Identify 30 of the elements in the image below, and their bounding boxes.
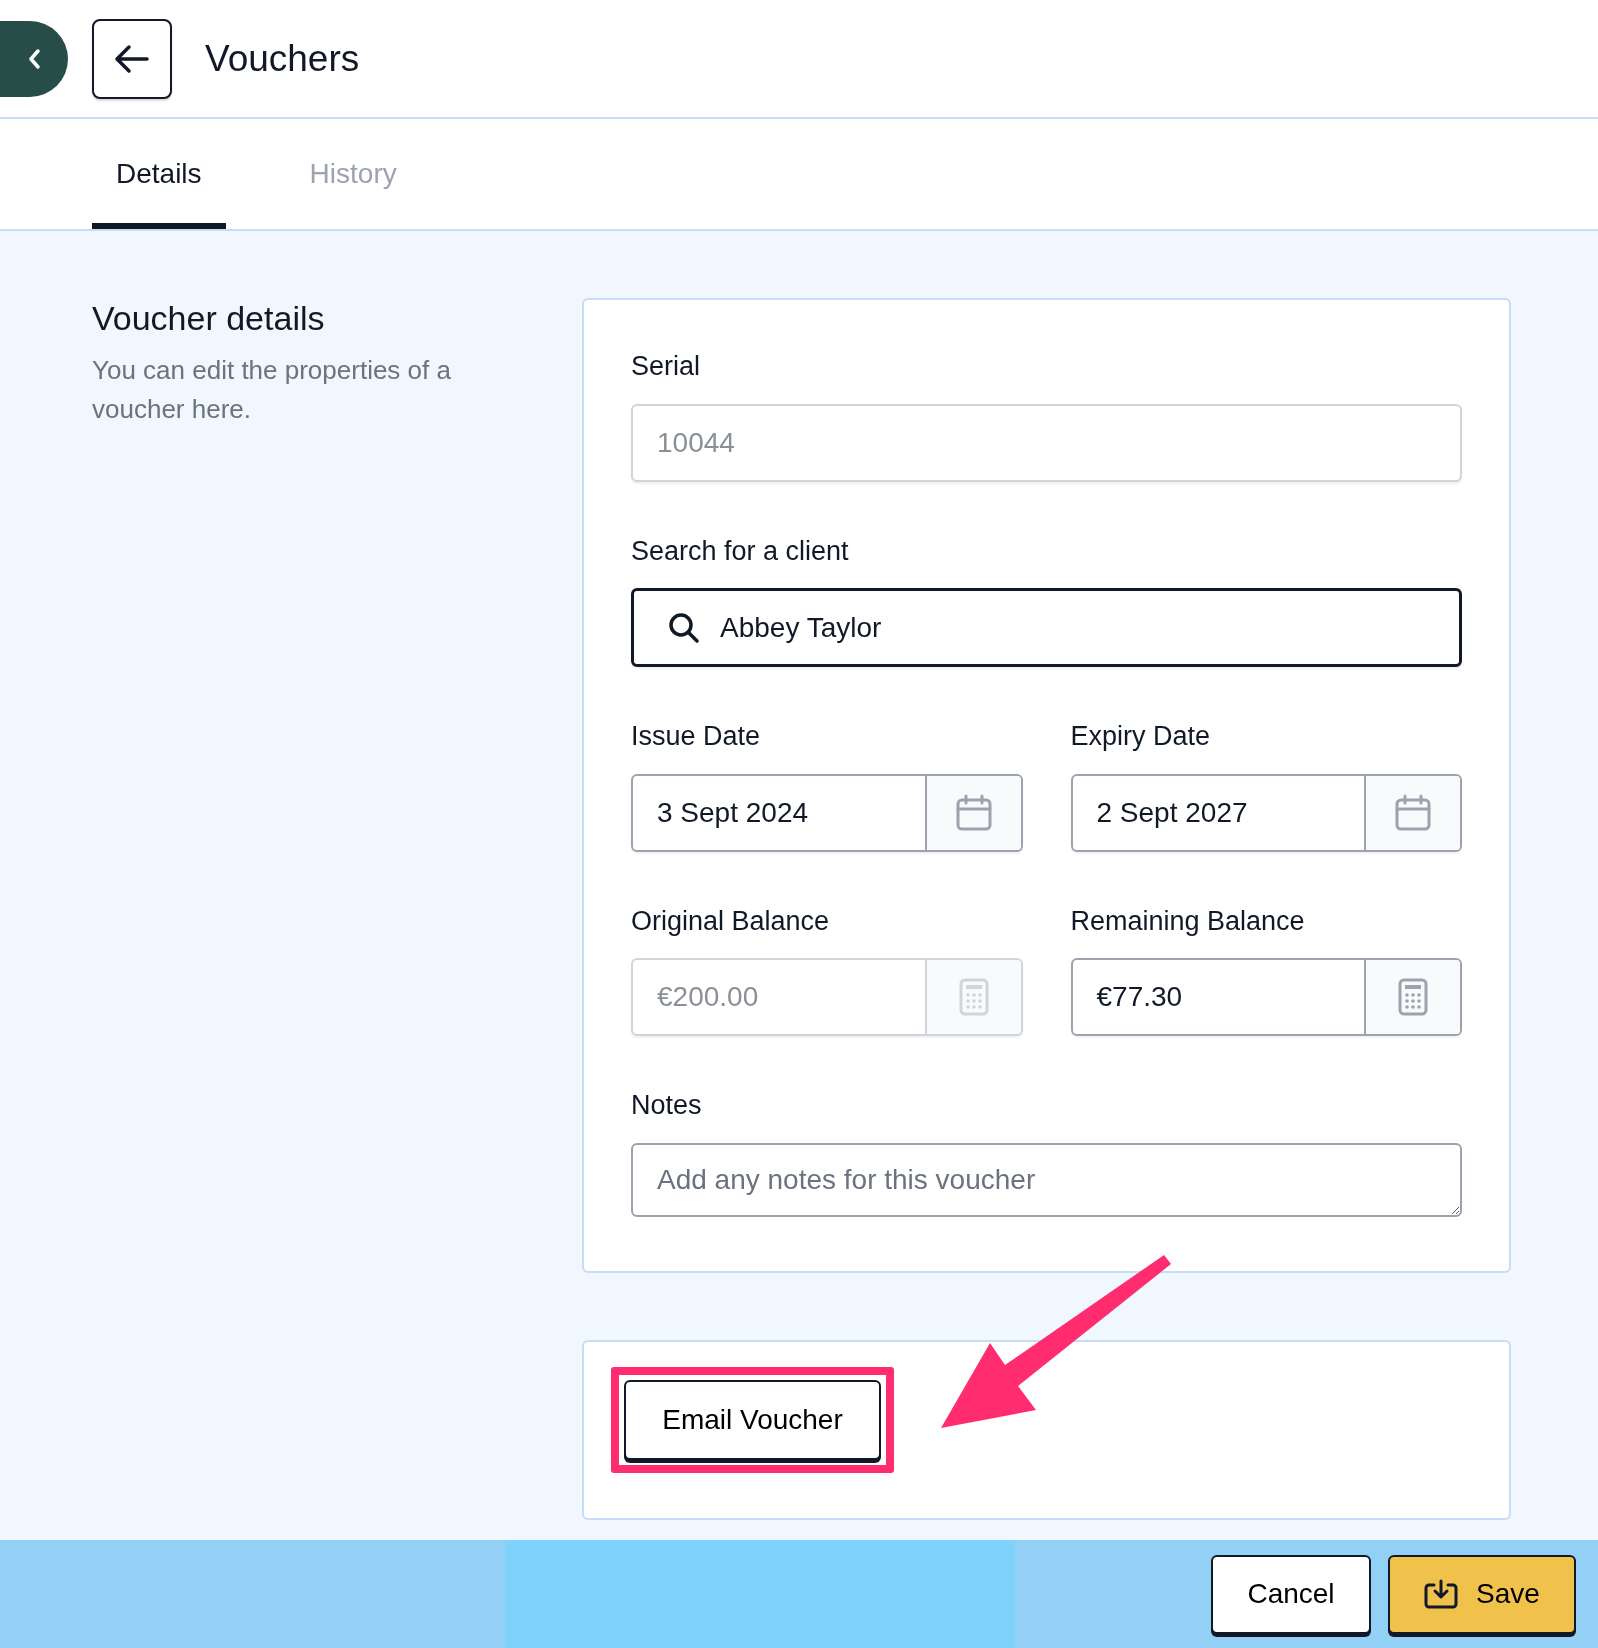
- page-title: Vouchers: [205, 36, 360, 81]
- field-label: Serial: [631, 350, 702, 383]
- field-label: Remaining Balance: [1070, 904, 1306, 938]
- field-label: Search for a client: [631, 534, 850, 568]
- field-label: Expiry Date: [1070, 720, 1212, 753]
- field-label: Issue Date: [631, 720, 762, 753]
- date-picker-button[interactable]: [924, 775, 1021, 850]
- chevron-left-icon: [27, 47, 41, 70]
- section-description: You can edit the properties of a voucher here.: [92, 353, 452, 426]
- calendar-icon: [1394, 793, 1432, 832]
- field-label: Original Balance: [631, 904, 831, 938]
- section-title: Voucher details: [92, 298, 326, 339]
- calculator-icon: [1398, 978, 1428, 1016]
- save-button[interactable]: Save: [1388, 1554, 1576, 1634]
- date-picker-button[interactable]: [1364, 775, 1460, 850]
- calculator-button[interactable]: [1364, 960, 1460, 1034]
- arrow-left-icon: [114, 43, 150, 74]
- field-label: Notes: [631, 1089, 703, 1122]
- cancel-button[interactable]: Cancel: [1211, 1554, 1371, 1634]
- search-icon: [668, 611, 700, 644]
- notes-field[interactable]: Add any notes for this voucher: [631, 1142, 1462, 1217]
- save-icon: [1424, 1579, 1459, 1609]
- calendar-icon: [954, 793, 993, 832]
- calculator-icon: [958, 978, 989, 1016]
- calculator-button[interactable]: [924, 960, 1021, 1034]
- tab[interactable]: Details: [92, 119, 226, 229]
- client-search-field[interactable]: Abbey Taylor: [631, 588, 1462, 667]
- email-voucher-button[interactable]: Email Voucher: [624, 1379, 881, 1460]
- back-button[interactable]: [92, 18, 172, 99]
- collapse-button[interactable]: [0, 20, 68, 97]
